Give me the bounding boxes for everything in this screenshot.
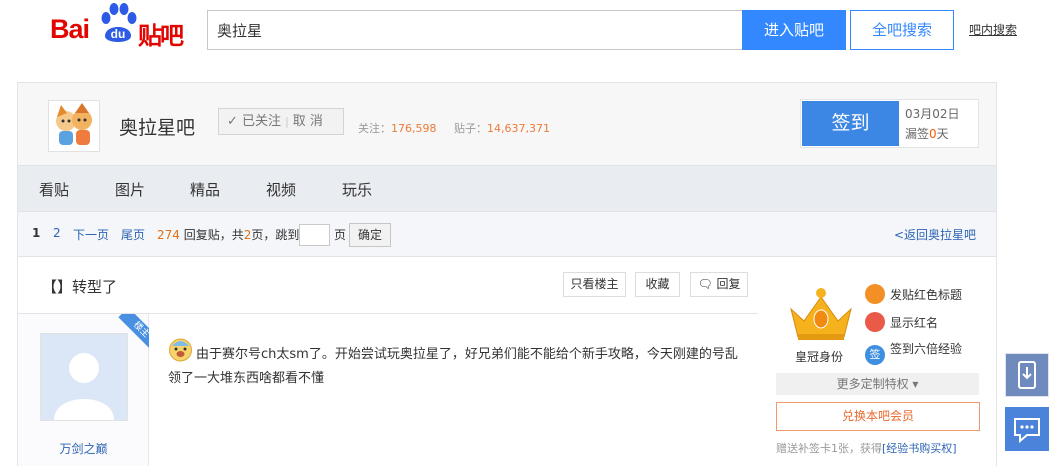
crying-emoji-icon (169, 338, 192, 362)
followers-count: 176,598 (391, 122, 437, 135)
triangle-down-icon: ▾ (912, 377, 919, 391)
author-column: 楼主 万剑之巅 (18, 314, 149, 466)
favorite-button[interactable]: 收藏 (635, 272, 680, 297)
logo-du-text: du (111, 27, 126, 41)
gift-text: 赠送补签卡1张，获得[经验书购买权] (776, 440, 957, 456)
perk-red-title: 发贴红色标题 (865, 284, 962, 304)
only-op-button[interactable]: 只看楼主 (563, 272, 626, 297)
username[interactable]: 万剑之巅 (18, 440, 149, 457)
followed-label: 已关注 (242, 114, 282, 129)
follow-toggle[interactable]: ✓ 已关注 | 取 消 (218, 108, 344, 135)
thread-title: 【】转型了 (42, 278, 118, 296)
reply-button[interactable]: 🗨 回复 (690, 272, 748, 297)
page-current: 1 (32, 226, 41, 240)
logo-tieba-text: 贴吧 (138, 22, 184, 50)
forum-stats: 关注：176,598 贴子：14,637,371 (358, 120, 550, 136)
posts-label: 贴子： (453, 122, 487, 135)
sign-date: 03月02日 (905, 107, 960, 121)
confirm-jump-button[interactable]: 确定 (349, 223, 391, 247)
perk-sign-exp: 签签到六倍经验 (865, 340, 962, 365)
perk-label: 发贴红色标题 (890, 288, 963, 302)
more-label: 更多定制特权 (836, 377, 909, 391)
sign-icon: 签 (865, 345, 885, 365)
posts-count: 14,637,371 (486, 122, 550, 135)
vip-sidebar: 皇冠身份 发贴红色标题 显示红名 签签到六倍经验 更多定制特权 ▾ 兑换本吧会员… (759, 257, 997, 466)
back-to-forum-link[interactable]: <返回奥拉星吧 (894, 226, 976, 243)
sign-in-panel: 签到 03月02日 漏签0天 (800, 99, 979, 148)
in-bar-search-link[interactable]: 吧内搜索 (969, 21, 1017, 38)
next-page-link[interactable]: 下一页 (73, 226, 109, 243)
exp-book-link[interactable]: [经验书购买权] (882, 442, 957, 455)
forum-avatar-image (56, 103, 92, 145)
missed-prefix: 漏签 (905, 127, 930, 141)
page-2-link[interactable]: 2 (53, 226, 61, 240)
perk-label: 签到六倍经验 (890, 342, 963, 356)
thread-area: 【】转型了 只看楼主 收藏 🗨 回复 楼主 万剑之巅 由于赛尔号ch太sm了。开… (17, 257, 758, 466)
reply-text: 回复贴，共 (183, 228, 244, 242)
search-input[interactable] (208, 11, 743, 49)
followers-label: 关注： (358, 122, 391, 135)
chat-icon (865, 312, 885, 332)
phone-download-icon (1018, 361, 1036, 389)
last-page-link[interactable]: 尾页 (121, 226, 145, 243)
default-avatar-icon (41, 334, 127, 420)
message-icon (1014, 418, 1040, 444)
reply-count: 274 (157, 228, 180, 242)
perk-red-name: 显示红名 (865, 312, 938, 332)
enter-tieba-button[interactable]: 进入贴吧 (742, 10, 846, 50)
download-app-button[interactable] (1005, 353, 1049, 397)
baidu-tieba-logo[interactable]: Bai du 贴吧 (50, 2, 190, 50)
feedback-button[interactable] (1005, 407, 1049, 451)
missed-count: 0 (929, 127, 937, 141)
checkmark-icon: ✓ (227, 114, 238, 129)
unfollow-button[interactable]: 取 消 (293, 114, 323, 129)
tab-images[interactable]: 图片 (115, 179, 145, 200)
crown-icon (790, 288, 852, 340)
reply-summary: 274 回复贴，共2页，跳到 (157, 226, 299, 243)
redeem-vip-button[interactable]: 兑换本吧会员 (776, 402, 980, 431)
forum-name[interactable]: 奥拉星吧 (119, 113, 195, 140)
tab-featured[interactable]: 精品 (190, 179, 220, 200)
page-unit: 页 (334, 228, 347, 242)
paw-logo-icon: du (101, 3, 137, 42)
pages-text: 页，跳到 (251, 228, 300, 242)
logo-bai-text: Bai (50, 14, 90, 44)
sign-in-button[interactable]: 签到 (802, 101, 899, 146)
search-all-bars-button[interactable]: 全吧搜索 (850, 10, 954, 50)
crown-label: 皇冠身份 (795, 350, 844, 364)
forum-avatar[interactable] (48, 100, 100, 152)
post-content: 由于赛尔号ch太sm了。开始尝试玩奥拉星了，好兄弟们能不能给个新手攻略，今天刚建… (168, 337, 748, 391)
jump-page-input[interactable] (299, 224, 330, 246)
gift-prefix: 赠送补签卡1张，获得 (776, 442, 882, 455)
post-text: 由于赛尔号ch太sm了。开始尝试玩奥拉星了，好兄弟们能不能给个新手攻略，今天刚建… (168, 347, 738, 386)
forum-header: 奥拉星吧 ✓ 已关注 | 取 消 关注：176,598 贴子：14,637,371 … (17, 82, 997, 166)
user-avatar[interactable] (40, 333, 128, 421)
perk-label: 显示红名 (890, 316, 939, 330)
tab-fun[interactable]: 玩乐 (342, 179, 372, 200)
bookmark-icon (865, 284, 885, 304)
reply-button-label: 回复 (716, 277, 741, 291)
forum-nav: 看贴 图片 精品 视频 玩乐 (17, 165, 997, 212)
search-box (207, 10, 743, 50)
comment-icon: 🗨 (697, 277, 713, 291)
tab-videos[interactable]: 视频 (266, 179, 296, 200)
tab-posts[interactable]: 看贴 (39, 179, 69, 200)
missed-suffix: 天 (936, 127, 949, 141)
missed-days: 漏签0天 (905, 125, 949, 142)
more-privileges-button[interactable]: 更多定制特权 ▾ (776, 373, 979, 395)
pager-bar: 1 2 下一页 尾页 274 回复贴，共2页，跳到 页 确定 <返回奥拉星吧 (17, 212, 997, 257)
